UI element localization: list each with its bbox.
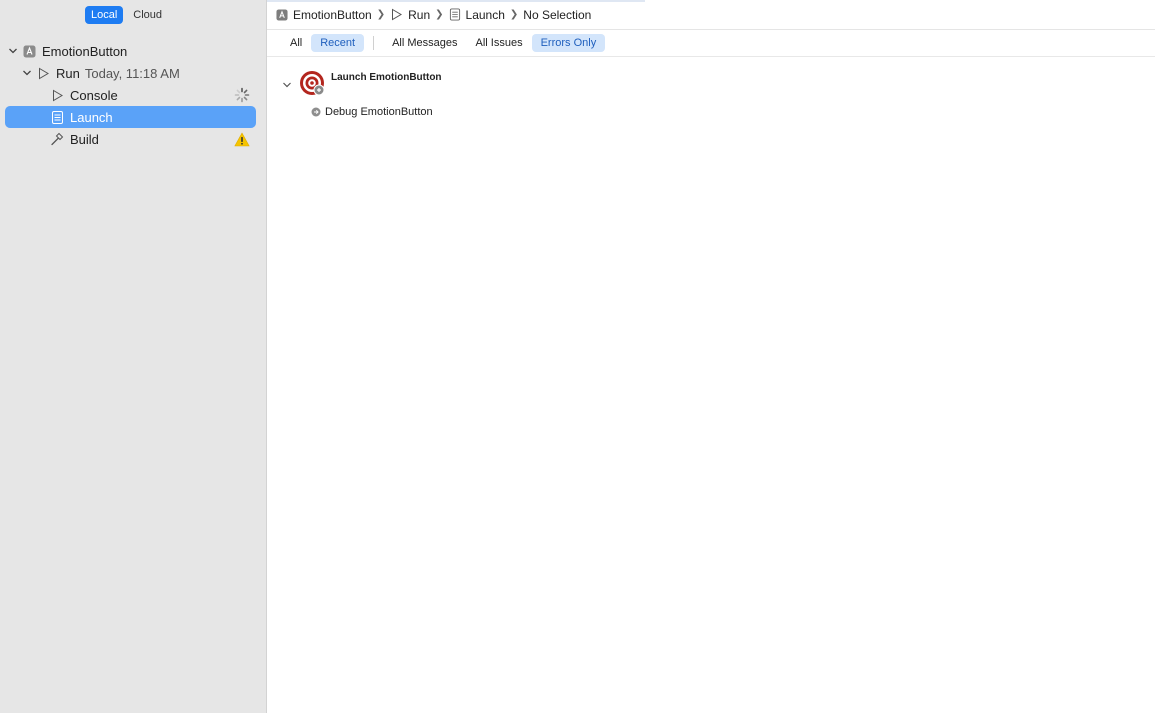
chevron-down-icon[interactable]: [8, 46, 18, 56]
filter-all-messages-button[interactable]: All Messages: [383, 34, 466, 52]
filter-divider: [373, 36, 375, 50]
scope-local-button[interactable]: Local: [85, 6, 124, 24]
arrow-circle-icon: [311, 107, 321, 117]
breadcrumb-item-selection[interactable]: No Selection: [523, 8, 591, 22]
breadcrumb-run-label: Run: [408, 7, 431, 22]
hammer-icon: [50, 132, 64, 146]
report-tree: EmotionButton Run Today, 11:18 AM Consol…: [0, 40, 266, 150]
document-log-icon: [50, 110, 64, 124]
launch-label: Launch: [70, 109, 113, 125]
console-label: Console: [70, 87, 118, 103]
log-item-label: Debug EmotionButton: [325, 106, 433, 118]
breadcrumb-item-project[interactable]: EmotionButton: [276, 8, 372, 22]
tree-row-project[interactable]: EmotionButton: [0, 40, 266, 62]
breadcrumb: EmotionButton ❯ Run ❯ Launch ❯ No Select…: [267, 0, 1155, 30]
breadcrumb-separator: ❯: [376, 9, 386, 20]
play-icon: [50, 88, 64, 102]
run-timestamp: Today, 11:18 AM: [84, 65, 180, 81]
filter-errors-only-button[interactable]: Errors Only: [531, 34, 606, 52]
breadcrumb-separator: ❯: [509, 9, 519, 20]
activity-spinner-icon: [234, 87, 250, 103]
tree-row-build[interactable]: Build: [0, 128, 266, 150]
breadcrumb-separator: ❯: [435, 9, 444, 20]
scope-cloud-button[interactable]: Cloud: [127, 6, 168, 24]
filter-all-issues-button[interactable]: All Issues: [467, 34, 532, 52]
project-label: EmotionButton: [42, 43, 128, 59]
filter-recent-button[interactable]: Recent: [311, 34, 365, 52]
log-item-debug[interactable]: Debug EmotionButton: [311, 106, 442, 118]
filter-all-button[interactable]: All: [284, 34, 311, 52]
sidebar: Local Cloud EmotionButton Run Today, 11:…: [0, 0, 267, 713]
play-icon: [390, 8, 403, 21]
tree-row-launch[interactable]: Launch: [5, 106, 256, 128]
app-project-icon: [276, 8, 288, 21]
breadcrumb-selection-label: No Selection: [523, 7, 592, 22]
document-log-icon: [449, 8, 461, 21]
scope-toggle: Local Cloud: [85, 6, 168, 24]
breadcrumb-item-launch[interactable]: Launch: [449, 8, 505, 22]
log-filter-bar: All Recent All Messages All Issues Error…: [267, 30, 1155, 57]
app-project-icon: [22, 44, 36, 58]
report-navigator-window: Local Cloud EmotionButton Run Today, 11:…: [0, 0, 1155, 713]
tree-row-run[interactable]: Run Today, 11:18 AM: [0, 62, 266, 84]
breadcrumb-item-run[interactable]: Run: [390, 8, 430, 22]
chevron-down-icon[interactable]: [281, 79, 293, 91]
chevron-down-icon[interactable]: [22, 68, 32, 78]
breadcrumb-launch-label: Launch: [465, 7, 505, 22]
log-group-title: Launch EmotionButton: [331, 72, 442, 83]
target-debug-icon: [299, 70, 327, 98]
log-content-area: EmotionButton ❯ Run ❯ Launch ❯ No Select…: [267, 0, 1155, 713]
play-icon: [36, 66, 50, 80]
breadcrumb-project-label: EmotionButton: [293, 7, 372, 22]
build-label: Build: [70, 131, 99, 147]
log-list: Launch EmotionButton Debug EmotionButton: [281, 70, 442, 118]
run-label: Run: [56, 65, 80, 81]
warning-icon[interactable]: [234, 131, 250, 147]
log-group-launch[interactable]: Launch EmotionButton: [281, 70, 442, 98]
tree-row-console[interactable]: Console: [0, 84, 266, 106]
